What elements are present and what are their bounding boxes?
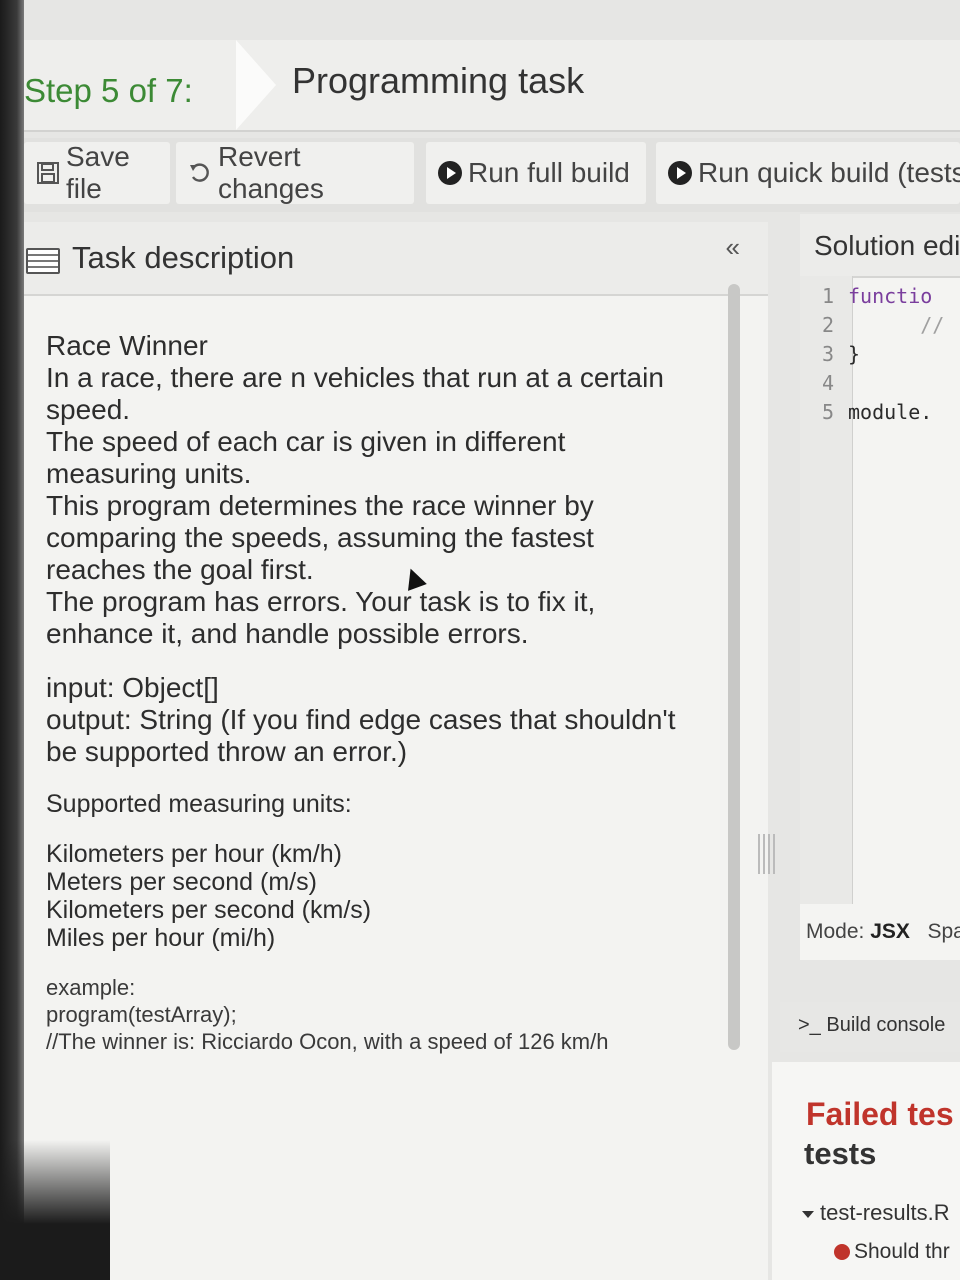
units-heading: Supported measuring units:	[46, 790, 352, 818]
line-number: 3	[821, 342, 834, 366]
code-text: module.	[848, 400, 933, 424]
unit-item: Kilometers per second (km/s)	[46, 896, 372, 924]
build-console-tab[interactable]: >_ Build console	[780, 1002, 960, 1052]
run-quick-build-label: Run quick build (tests	[698, 157, 960, 188]
example-comment: //The winner is: Ricciardo Ocon, with a …	[46, 1029, 609, 1054]
task-panel-header: Task description «	[24, 222, 768, 296]
code-line[interactable]: 4	[800, 371, 960, 400]
code-text: //	[848, 313, 945, 337]
mode-label: Mode:	[806, 920, 865, 943]
panel-resize-handle[interactable]	[758, 834, 776, 874]
play-icon	[668, 161, 692, 185]
unit-item: Kilometers per hour (km/h)	[46, 840, 342, 868]
list-icon	[26, 248, 60, 274]
code-text: }	[848, 342, 861, 366]
example-call: program(testArray);	[46, 1002, 237, 1027]
run-quick-build-button[interactable]: Run quick build (tests	[656, 142, 960, 204]
step-indicator: Step 5 of 7:	[24, 72, 193, 109]
task-intro-4: The program has errors. Your task is to …	[46, 586, 596, 649]
run-full-build-label: Run full build	[468, 157, 630, 188]
unit-item: Miles per hour (mi/h)	[46, 924, 276, 952]
floppy-disk-icon	[36, 161, 60, 185]
revert-changes-button[interactable]: Revert changes	[176, 141, 414, 204]
example-label: example:	[46, 975, 136, 1000]
failed-tests-subtitle: tests	[804, 1136, 877, 1171]
screen-shadow	[0, 1140, 110, 1280]
caret-down-icon	[802, 1210, 814, 1218]
step-header: Step 5 of 7: Programming task	[24, 40, 960, 132]
task-description-panel: Task description « Race Winner In a race…	[24, 222, 768, 1280]
task-intro-3: This program determines the race winner …	[46, 490, 594, 585]
line-number: 1	[821, 284, 834, 308]
collapse-panel-button[interactable]: «	[726, 232, 740, 263]
editor-header: Solution edi	[800, 214, 960, 278]
error-x-icon	[834, 1244, 850, 1261]
save-file-button[interactable]: Save file	[24, 141, 170, 204]
failed-test-item[interactable]: Should thr	[834, 1240, 950, 1264]
build-console-label: >_ Build console	[798, 1014, 946, 1036]
solution-editor-panel: Solution edi 1 functio 2 //3} 4 5 module.	[800, 214, 960, 960]
toolbar: Save file Revert changes Run full build …	[24, 138, 960, 212]
play-icon	[438, 161, 462, 185]
code-line[interactable]: 5 module.	[800, 400, 960, 429]
spaces-setting[interactable]: Spa	[927, 920, 960, 943]
line-number: 2	[821, 313, 834, 337]
monitor-bezel	[0, 0, 24, 1280]
step-arrow-icon	[236, 40, 276, 130]
task-description-body: Race Winner In a race, there are n vehic…	[46, 330, 696, 1055]
line-number: 4	[821, 371, 834, 395]
failed-tests-title: Failed tes	[806, 1096, 954, 1132]
task-input-spec: input: Object[]	[46, 672, 219, 703]
test-results-panel: Failed tes tests test-results.R Should t…	[772, 1062, 960, 1280]
page-title: Programming task	[292, 60, 585, 101]
line-number: 5	[821, 400, 834, 424]
save-file-label: Save file	[66, 141, 130, 204]
code-line[interactable]: 2 //	[800, 313, 960, 342]
code-line[interactable]: 1 functio	[800, 284, 960, 313]
task-panel-title: Task description	[72, 240, 295, 275]
code-text: functio	[848, 284, 933, 308]
task-intro-2: The speed of each car is given in differ…	[46, 426, 566, 489]
code-editor[interactable]: 1 functio 2 //3} 4 5 module.	[800, 284, 960, 429]
unit-item: Meters per second (m/s)	[46, 868, 317, 896]
test-results-file[interactable]: test-results.R	[802, 1200, 950, 1226]
undo-icon	[188, 161, 212, 185]
failed-test-label: Should thr	[854, 1240, 950, 1263]
code-line[interactable]: 3}	[800, 342, 960, 371]
run-full-build-button[interactable]: Run full build	[426, 142, 646, 204]
mode-value[interactable]: JSX	[870, 920, 910, 943]
revert-changes-label: Revert changes	[218, 141, 324, 204]
task-output-spec: output: String (If you find edge cases t…	[46, 704, 676, 767]
test-results-file-label: test-results.R	[820, 1200, 950, 1225]
task-intro-1: In a race, there are n vehicles that run…	[46, 362, 664, 425]
editor-status-bar: Mode: JSX Spa	[806, 920, 960, 944]
task-scrollbar[interactable]	[728, 284, 740, 1050]
task-heading: Race Winner	[46, 330, 208, 361]
editor-title: Solution edi	[814, 230, 960, 261]
